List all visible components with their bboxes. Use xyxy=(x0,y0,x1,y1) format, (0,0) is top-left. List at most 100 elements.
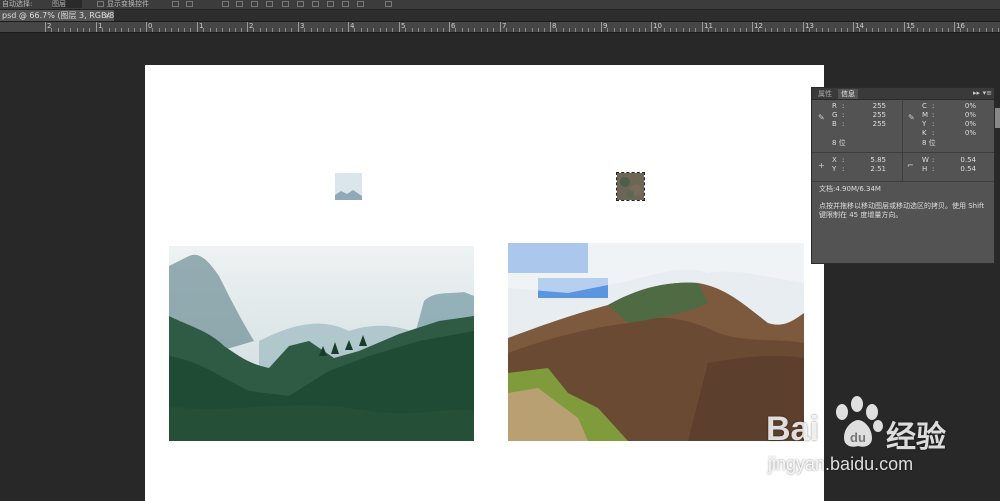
ruler-minor-tick xyxy=(828,28,829,32)
ruler-minor-tick xyxy=(532,28,533,32)
ruler-minor-tick xyxy=(614,28,615,32)
ruler-minor-tick xyxy=(493,28,494,32)
k-value: 0% xyxy=(964,129,976,137)
ruler-minor-tick xyxy=(998,28,999,32)
ruler-minor-tick xyxy=(891,28,892,32)
collapse-icon[interactable]: ▸▸ xyxy=(973,88,980,99)
small-sky-thumbnail[interactable] xyxy=(335,173,362,200)
align-bottom-icon[interactable] xyxy=(222,1,229,7)
baidu-watermark: Bai du 经验 jingyan.baidu.com xyxy=(766,392,986,482)
ruler-minor-tick xyxy=(986,28,987,32)
ruler-minor-tick xyxy=(885,28,886,32)
close-icon[interactable]: × xyxy=(104,10,111,21)
ruler-minor-tick xyxy=(878,28,879,32)
distribute-top-icon[interactable] xyxy=(282,1,289,7)
ruler-minor-tick xyxy=(178,28,179,32)
ruler-minor-tick xyxy=(367,28,368,32)
document-canvas[interactable] xyxy=(145,65,824,501)
rgb-r-row: R:255 xyxy=(832,102,886,110)
document-tab[interactable]: psd @ 66.7% (图层 3, RGB/8) * × xyxy=(0,10,114,21)
align-right-icon[interactable] xyxy=(266,1,273,7)
ruler-minor-tick xyxy=(822,28,823,32)
ruler-minor-tick xyxy=(633,28,634,32)
h-value: 0.54 xyxy=(960,165,976,173)
horizontal-ruler[interactable]: 2 1 0 1 2 3 4 5 6 7 8 9 10 11 12 13 14 15 16 xyxy=(0,22,1000,33)
ruler-minor-tick xyxy=(354,28,355,32)
ruler-minor-tick xyxy=(594,28,595,32)
ruler-minor-tick xyxy=(979,28,980,32)
h-label: H xyxy=(922,165,928,173)
g-value: 255 xyxy=(872,111,886,119)
foggy-mountain-photo[interactable] xyxy=(169,246,474,441)
w-label: W xyxy=(922,156,929,164)
align-center-icon[interactable] xyxy=(251,1,258,7)
auto-align-icon[interactable] xyxy=(385,1,392,7)
auto-select-label: 自动选择: xyxy=(2,0,33,8)
ruler-minor-tick xyxy=(235,28,236,32)
distribute-center-icon[interactable] xyxy=(342,1,349,7)
ruler-minor-tick xyxy=(992,28,993,32)
tab-properties[interactable]: 属性 xyxy=(815,89,835,99)
ruler-tick xyxy=(954,22,955,32)
ruler-minor-tick xyxy=(866,28,867,32)
ruler-minor-tick xyxy=(967,28,968,32)
bit-depth-left: 8 位 xyxy=(832,139,846,147)
ruler-minor-tick xyxy=(431,28,432,32)
align-middle-icon[interactable] xyxy=(186,1,193,7)
ruler-minor-tick xyxy=(676,28,677,32)
ruler-tick xyxy=(651,22,652,32)
ruler-minor-tick xyxy=(525,28,526,32)
ruler-minor-tick xyxy=(847,28,848,32)
ruler-minor-tick xyxy=(506,28,507,32)
ruler-minor-tick xyxy=(948,28,949,32)
c-label: C xyxy=(922,102,927,110)
ruler-minor-tick xyxy=(291,28,292,32)
scrollbar[interactable] xyxy=(995,108,1000,128)
ruler-minor-tick xyxy=(897,28,898,32)
align-top-icon[interactable] xyxy=(172,1,179,7)
ruler-minor-tick xyxy=(342,28,343,32)
ruler-minor-tick xyxy=(575,28,576,32)
align-left-icon[interactable] xyxy=(236,1,243,7)
panel-menu-icon[interactable]: ▾≡ xyxy=(983,88,992,99)
ruler-minor-tick xyxy=(323,28,324,32)
ruler-minor-tick xyxy=(134,28,135,32)
distribute-right-icon[interactable] xyxy=(357,1,364,7)
ruler-minor-tick xyxy=(474,28,475,32)
ruler-minor-tick xyxy=(481,28,482,32)
distribute-bottom-icon[interactable] xyxy=(312,1,319,7)
ruler-minor-tick xyxy=(973,28,974,32)
ruler-minor-tick xyxy=(152,28,153,32)
y-label: Y xyxy=(922,120,927,128)
checkbox-icon[interactable] xyxy=(97,1,104,7)
ruler-minor-tick xyxy=(721,28,722,32)
w-value: 0.54 xyxy=(960,156,976,164)
x-label: X xyxy=(832,156,837,164)
watermark-brand-cn: 经验 xyxy=(886,421,946,454)
ruler-minor-tick xyxy=(279,28,280,32)
h-row: H:0.54 xyxy=(922,165,976,173)
r-label: R xyxy=(832,102,837,110)
ruler-minor-tick xyxy=(942,28,943,32)
ruler-minor-tick xyxy=(910,28,911,32)
ruler-minor-tick xyxy=(664,28,665,32)
ruler-minor-tick xyxy=(620,28,621,32)
ruler-minor-tick xyxy=(809,28,810,32)
ruler-minor-tick xyxy=(708,28,709,32)
layer-select[interactable]: 图层 xyxy=(52,0,82,8)
ruler-minor-tick xyxy=(77,28,78,32)
ruler-tick xyxy=(298,22,299,32)
distribute-middle-icon[interactable] xyxy=(297,1,304,7)
distribute-left-icon[interactable] xyxy=(327,1,334,7)
eyedropper-cmyk-icon: ✎ xyxy=(908,113,915,122)
ruler-minor-tick xyxy=(538,28,539,32)
ruler-minor-tick xyxy=(222,28,223,32)
ruler-minor-tick xyxy=(487,28,488,32)
selected-mountain-thumbnail[interactable] xyxy=(616,172,645,201)
red-mountain-photo[interactable] xyxy=(508,243,804,441)
ruler-minor-tick xyxy=(373,28,374,32)
ruler-minor-tick xyxy=(734,28,735,32)
crosshair-icon: + xyxy=(818,161,825,170)
ruler-minor-tick xyxy=(253,28,254,32)
tab-info[interactable]: 信息 xyxy=(838,89,858,99)
